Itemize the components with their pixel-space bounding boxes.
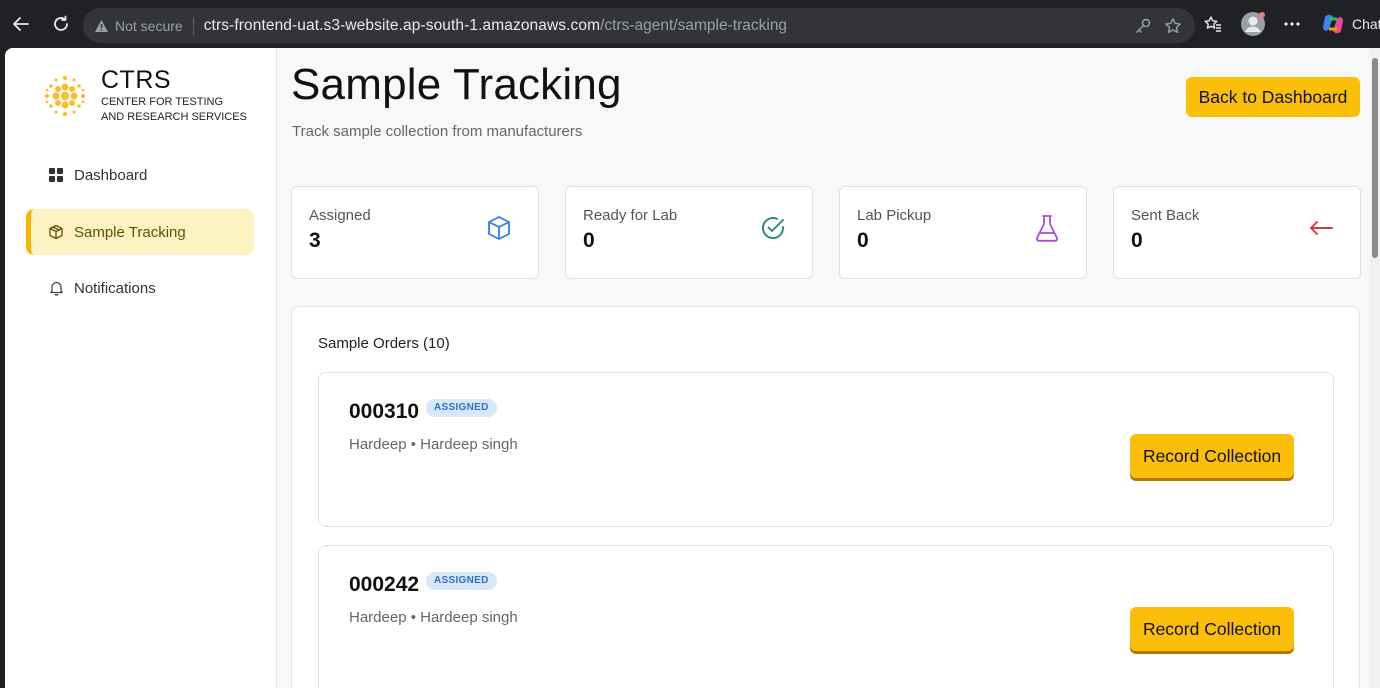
back-arrow-icon[interactable] bbox=[10, 13, 32, 35]
order-meta: Hardeep • Hardeep singh bbox=[349, 436, 518, 453]
sample-orders-panel: Sample Orders (10) 000310 ASSIGNED Harde… bbox=[291, 306, 1360, 688]
scrollbar-thumb[interactable] bbox=[1372, 58, 1378, 258]
order-card: 000310 ASSIGNED Hardeep • Hardeep singh … bbox=[318, 372, 1334, 527]
order-meta: Hardeep • Hardeep singh bbox=[349, 609, 518, 626]
ctrs-logo-icon bbox=[44, 75, 86, 117]
security-label[interactable]: Not secure bbox=[115, 18, 183, 34]
box-icon bbox=[48, 224, 64, 240]
browser-toolbar: Not secure ctrs-frontend-uat.s3-website.… bbox=[0, 0, 1380, 48]
order-id: 000242 bbox=[349, 573, 420, 596]
stat-label: Lab Pickup bbox=[857, 207, 932, 224]
sidebar: CTRS CENTER FOR TESTING AND RESEARCH SER… bbox=[5, 48, 277, 688]
check-circle-icon bbox=[758, 213, 788, 243]
arrow-left-icon bbox=[1306, 213, 1336, 243]
page-scrollbar[interactable] bbox=[1370, 48, 1380, 688]
star-icon[interactable] bbox=[1163, 16, 1183, 36]
chat-label[interactable]: Chat bbox=[1352, 16, 1380, 32]
stat-label: Ready for Lab bbox=[583, 207, 678, 224]
page-title: Sample Tracking bbox=[291, 60, 622, 109]
sidebar-item-sample-tracking[interactable]: Sample Tracking bbox=[26, 209, 254, 255]
sidebar-item-dashboard[interactable]: Dashboard bbox=[26, 152, 254, 198]
status-badge: ASSIGNED bbox=[426, 572, 497, 590]
url-path[interactable]: /ctrs-agent/sample-tracking bbox=[600, 17, 787, 35]
bell-icon bbox=[48, 280, 64, 296]
sidebar-item-label: Dashboard bbox=[74, 166, 148, 184]
status-badge: ASSIGNED bbox=[426, 399, 497, 417]
url-host[interactable]: ctrs-frontend-uat.s3-website.ap-south-1.… bbox=[204, 17, 600, 35]
reload-icon[interactable] bbox=[50, 13, 72, 35]
orders-title: Sample Orders (10) bbox=[318, 335, 450, 352]
order-id: 000310 bbox=[349, 400, 420, 423]
record-collection-button[interactable]: Record Collection bbox=[1130, 607, 1294, 651]
more-menu-icon[interactable] bbox=[1281, 13, 1303, 35]
stat-value: 0 bbox=[857, 229, 869, 252]
flask-icon bbox=[1032, 213, 1062, 243]
stat-value: 0 bbox=[1131, 229, 1143, 252]
grid-icon bbox=[48, 167, 64, 183]
back-to-dashboard-button[interactable]: Back to Dashboard bbox=[1186, 77, 1360, 117]
sidebar-item-label: Notifications bbox=[74, 279, 156, 297]
order-card: 000242 ASSIGNED Hardeep • Hardeep singh … bbox=[318, 545, 1334, 688]
profile-avatar-icon[interactable] bbox=[1240, 11, 1266, 37]
app-page: CTRS CENTER FOR TESTING AND RESEARCH SER… bbox=[5, 48, 1380, 688]
stat-card-ready-for-lab: Ready for Lab 0 bbox=[565, 186, 813, 279]
stat-value: 0 bbox=[583, 229, 595, 252]
key-icon[interactable] bbox=[1133, 16, 1153, 36]
sidebar-item-label: Sample Tracking bbox=[74, 223, 186, 241]
page-subtitle: Track sample collection from manufacture… bbox=[292, 123, 583, 140]
brand-subtitle-line1: CENTER FOR TESTING bbox=[101, 96, 224, 108]
stat-label: Sent Back bbox=[1131, 207, 1200, 224]
main-content: Sample Tracking Track sample collection … bbox=[291, 48, 1380, 688]
brand-name: CTRS bbox=[101, 66, 172, 94]
record-collection-button[interactable]: Record Collection bbox=[1130, 434, 1294, 478]
brand-subtitle-line2: AND RESEARCH SERVICES bbox=[101, 110, 247, 123]
favorites-icon[interactable] bbox=[1202, 13, 1224, 35]
copilot-icon[interactable] bbox=[1320, 11, 1346, 37]
warning-icon[interactable] bbox=[93, 18, 109, 34]
stat-value: 3 bbox=[309, 229, 321, 252]
brand: CTRS CENTER FOR TESTING AND RESEARCH SER… bbox=[101, 66, 247, 124]
address-bar[interactable]: Not secure ctrs-frontend-uat.s3-website.… bbox=[83, 8, 1195, 43]
stat-card-lab-pickup: Lab Pickup 0 bbox=[839, 186, 1087, 279]
stat-card-assigned: Assigned 3 bbox=[291, 186, 539, 279]
stat-card-sent-back: Sent Back 0 bbox=[1113, 186, 1361, 279]
cube-icon bbox=[484, 213, 514, 243]
sidebar-item-notifications[interactable]: Notifications bbox=[26, 265, 254, 311]
stat-label: Assigned bbox=[309, 207, 371, 224]
divider bbox=[192, 16, 194, 35]
